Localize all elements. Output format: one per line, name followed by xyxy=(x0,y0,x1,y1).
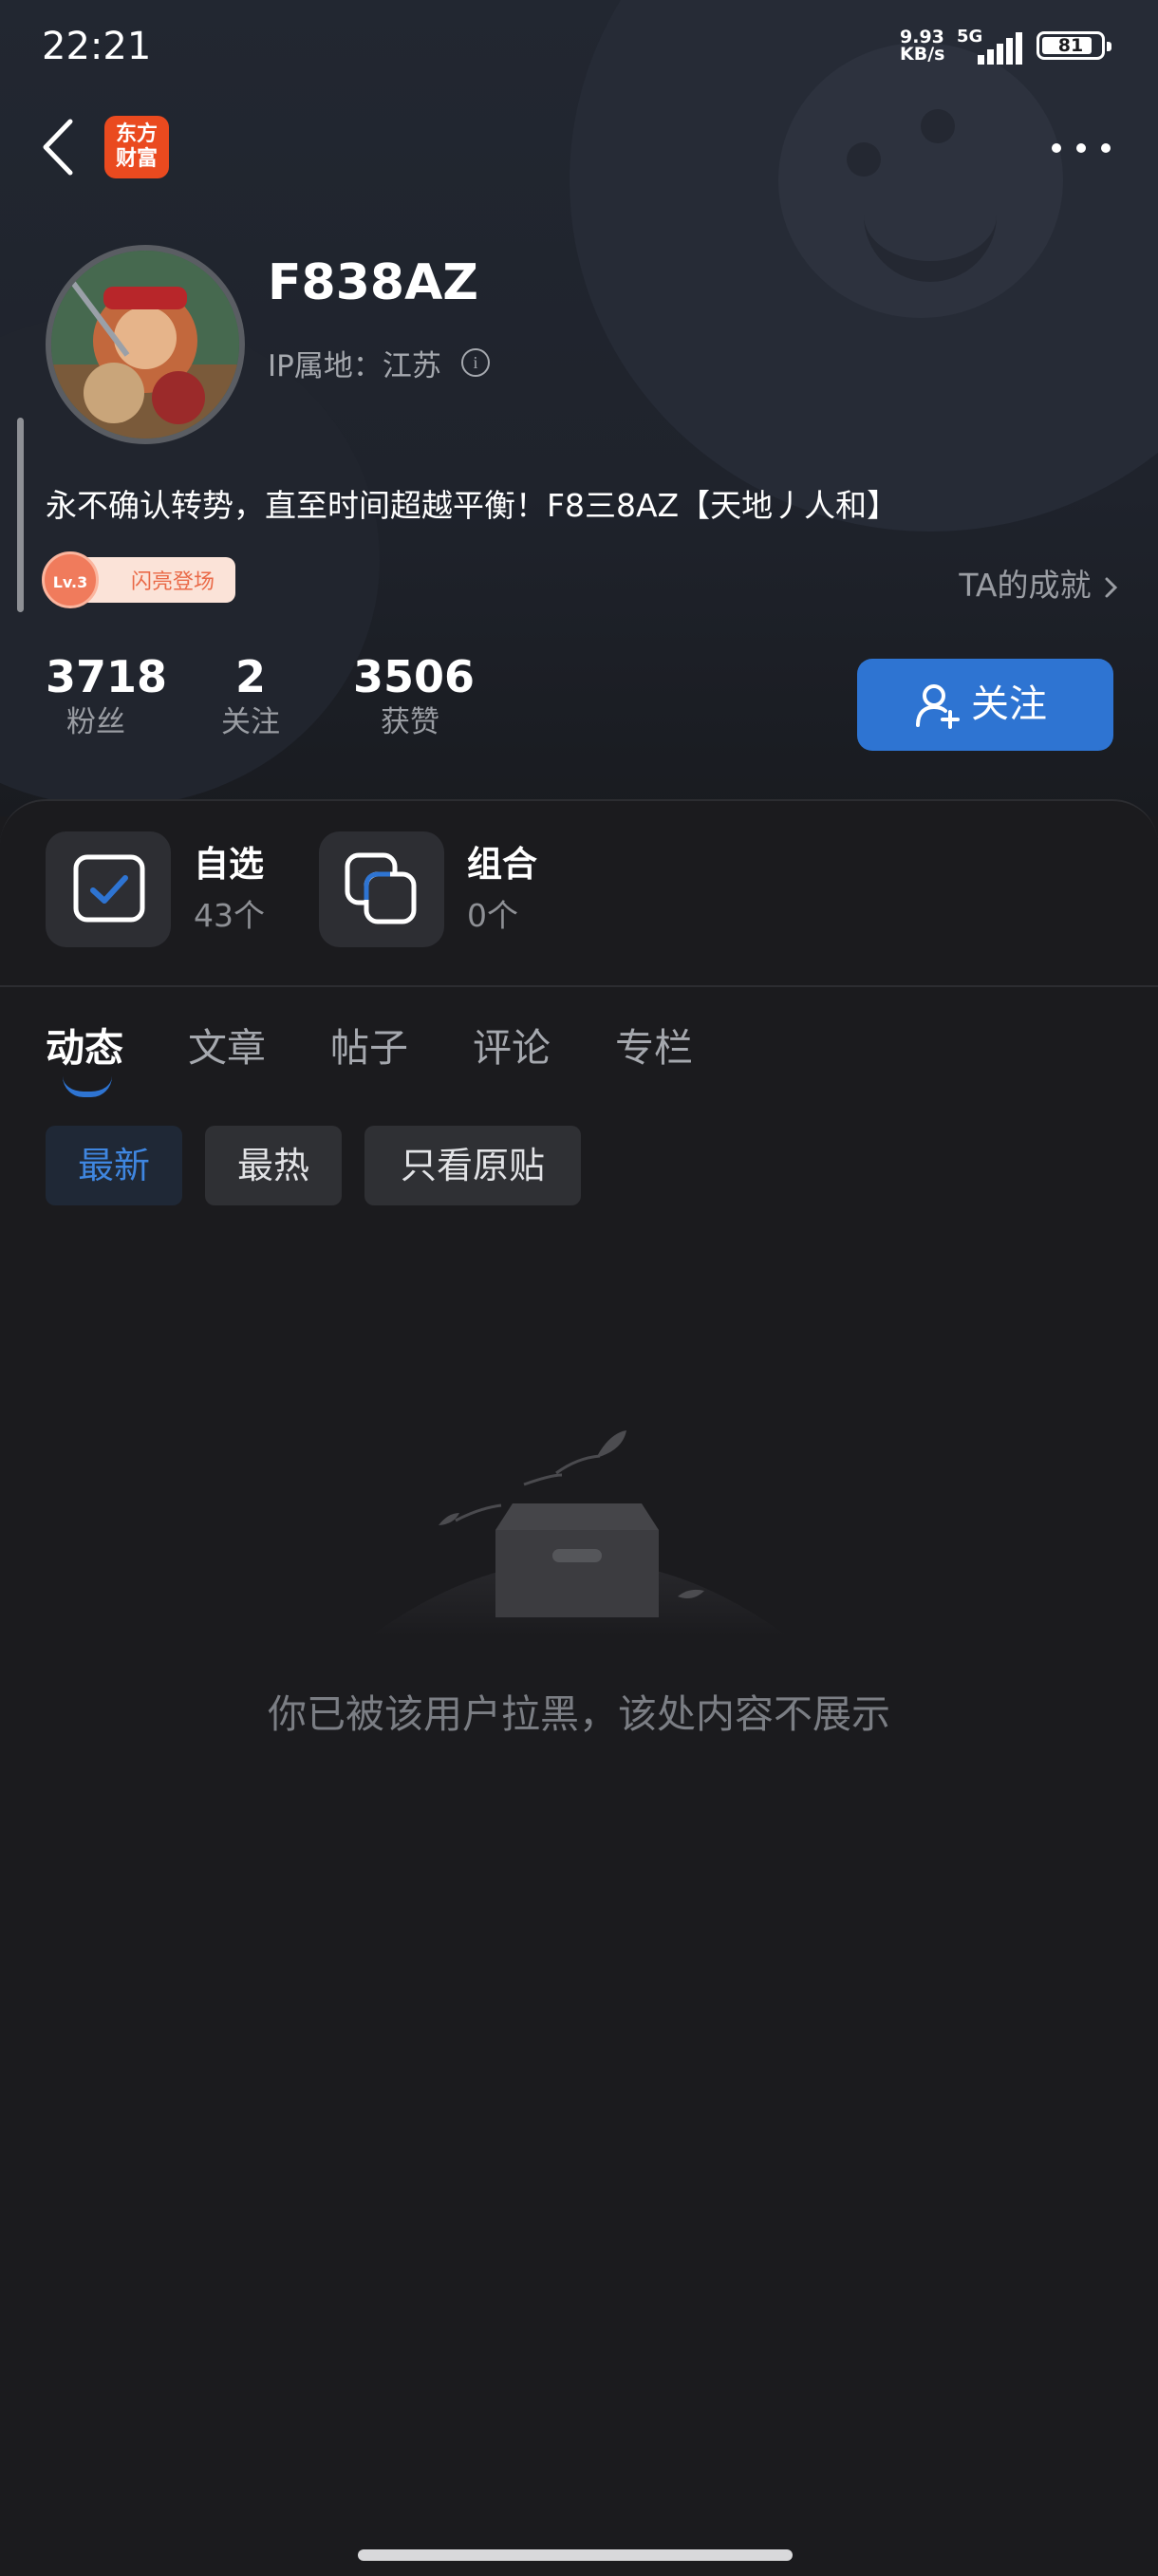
app-logo: 东方 财富 xyxy=(104,116,169,178)
divider xyxy=(0,985,1158,987)
username: F838AZ xyxy=(268,254,479,311)
filter-latest[interactable]: 最新 xyxy=(46,1126,182,1205)
home-indicator[interactable] xyxy=(358,2549,793,2561)
tab-articles[interactable]: 文章 xyxy=(188,1016,266,1073)
chevron-left-icon xyxy=(43,119,73,176)
empty-box-illustration xyxy=(361,1352,797,1636)
stat-following[interactable]: 2 关注 xyxy=(213,650,289,741)
badge-label: 闪亮登场 xyxy=(131,570,215,594)
status-time: 22:21 xyxy=(42,25,152,68)
more-options-button[interactable] xyxy=(1044,133,1120,161)
scroll-indicator xyxy=(17,418,24,612)
tab-columns[interactable]: 专栏 xyxy=(615,1016,693,1073)
chevron-right-icon xyxy=(1105,577,1118,597)
add-user-icon xyxy=(916,684,960,729)
overlap-squares-icon xyxy=(319,831,444,947)
user-bio: 永不确认转势，直至时间超越平衡！F8三8AZ【天地丿人和】 xyxy=(46,487,899,524)
empty-state-message: 你已被该用户拉黑，该处内容不展示 xyxy=(268,1691,890,1737)
info-icon[interactable]: i xyxy=(461,348,490,377)
level-badge[interactable]: Lv.3 闪亮登场 xyxy=(42,551,235,608)
filter-original-only[interactable]: 只看原贴 xyxy=(364,1126,581,1205)
status-bar: 22:21 9.93 KB/s 5G 81 xyxy=(0,0,1158,95)
ip-location: IP属地：江苏 xyxy=(268,349,441,383)
tab-posts[interactable]: 帖子 xyxy=(330,1016,408,1073)
battery-icon: 81 xyxy=(1037,31,1111,60)
stat-likes[interactable]: 3506 获赞 xyxy=(353,650,475,741)
avatar[interactable] xyxy=(46,245,245,444)
active-tab-indicator xyxy=(63,1076,112,1097)
follow-button[interactable]: 关注 xyxy=(857,659,1113,751)
content-panel: 自选 43个 组合 0个 动态 文章 帖子 评论 专栏 最新 最热 只看原贴 你… xyxy=(0,799,1158,2576)
level-icon: Lv.3 xyxy=(42,551,99,608)
filter-hottest[interactable]: 最热 xyxy=(205,1126,342,1205)
signal-icon: 5G xyxy=(957,27,1023,66)
stat-fans[interactable]: 3718 粉丝 xyxy=(46,650,167,741)
network-speed: 9.93 KB/s xyxy=(900,27,945,65)
checkbox-icon xyxy=(46,831,171,947)
back-button[interactable] xyxy=(38,114,85,180)
tab-activity[interactable]: 动态 xyxy=(46,1016,123,1073)
avatar-image xyxy=(51,251,239,439)
achievements-link[interactable]: TA的成就 xyxy=(959,560,1120,606)
tab-comments[interactable]: 评论 xyxy=(473,1016,551,1073)
